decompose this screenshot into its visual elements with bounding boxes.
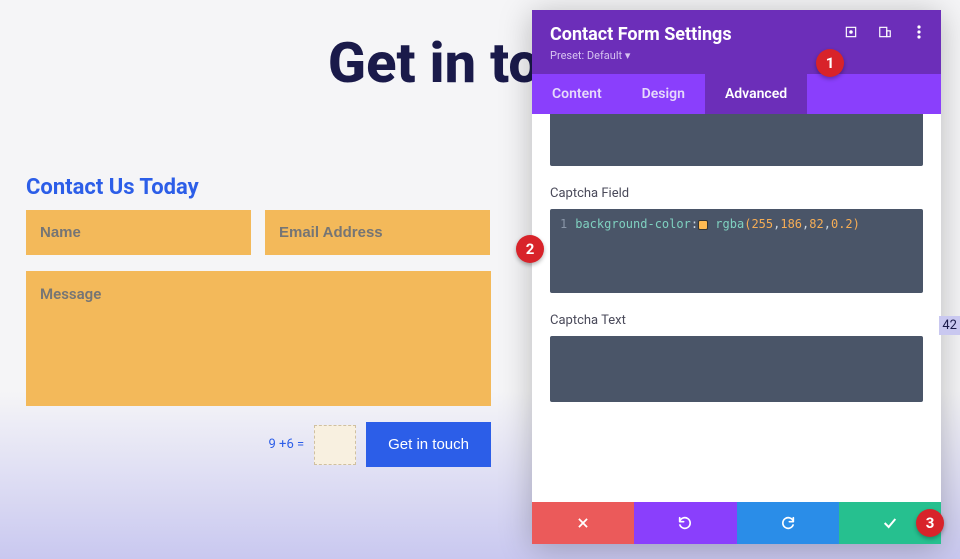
action-bar bbox=[532, 502, 941, 544]
code-editor-previous[interactable] bbox=[550, 114, 923, 166]
email-field[interactable] bbox=[265, 210, 490, 255]
preset-dropdown[interactable]: Preset: Default ▾ bbox=[550, 49, 923, 62]
cancel-button[interactable] bbox=[532, 502, 634, 544]
contact-form: 9 +6 = Get in touch bbox=[26, 210, 491, 467]
code-editor-captcha-text[interactable] bbox=[550, 336, 923, 402]
color-swatch-icon bbox=[698, 220, 708, 230]
tabs: Content Design Advanced bbox=[532, 74, 941, 114]
tab-advanced[interactable]: Advanced bbox=[705, 74, 807, 114]
contact-heading: Contact Us Today bbox=[26, 175, 199, 200]
redo-button[interactable] bbox=[737, 502, 839, 544]
menu-icon[interactable] bbox=[911, 24, 927, 40]
annotation-badge-2: 2 bbox=[516, 235, 544, 263]
tab-content[interactable]: Content bbox=[532, 74, 622, 114]
captcha-row: 9 +6 = Get in touch bbox=[26, 422, 491, 467]
css-function: rgba bbox=[715, 217, 744, 231]
submit-button[interactable]: Get in touch bbox=[366, 422, 491, 467]
annotation-badge-1: 1 bbox=[816, 49, 844, 77]
responsive-icon[interactable] bbox=[877, 24, 893, 40]
settings-panel: Contact Form Settings Preset: Default ▾ … bbox=[532, 10, 941, 544]
captcha-input[interactable] bbox=[314, 425, 356, 465]
side-marker: 42 bbox=[939, 316, 960, 335]
tab-design[interactable]: Design bbox=[622, 74, 705, 114]
name-field[interactable] bbox=[26, 210, 251, 255]
section-label-captcha-field: Captcha Field bbox=[550, 186, 923, 201]
section-label-captcha-text: Captcha Text bbox=[550, 313, 923, 328]
css-property: background-color bbox=[575, 217, 691, 231]
captcha-label: 9 +6 = bbox=[269, 437, 305, 452]
undo-button[interactable] bbox=[634, 502, 736, 544]
annotation-badge-3: 3 bbox=[916, 509, 944, 537]
line-number: 1 bbox=[560, 217, 567, 231]
expand-icon[interactable] bbox=[843, 24, 859, 40]
panel-body: Captcha Field 1background-color: rgba(25… bbox=[532, 114, 941, 502]
message-field[interactable] bbox=[26, 271, 491, 406]
panel-header: Contact Form Settings Preset: Default ▾ bbox=[532, 10, 941, 74]
code-editor-captcha-field[interactable]: 1background-color: rgba(255,186,82,0.2) bbox=[550, 209, 923, 293]
